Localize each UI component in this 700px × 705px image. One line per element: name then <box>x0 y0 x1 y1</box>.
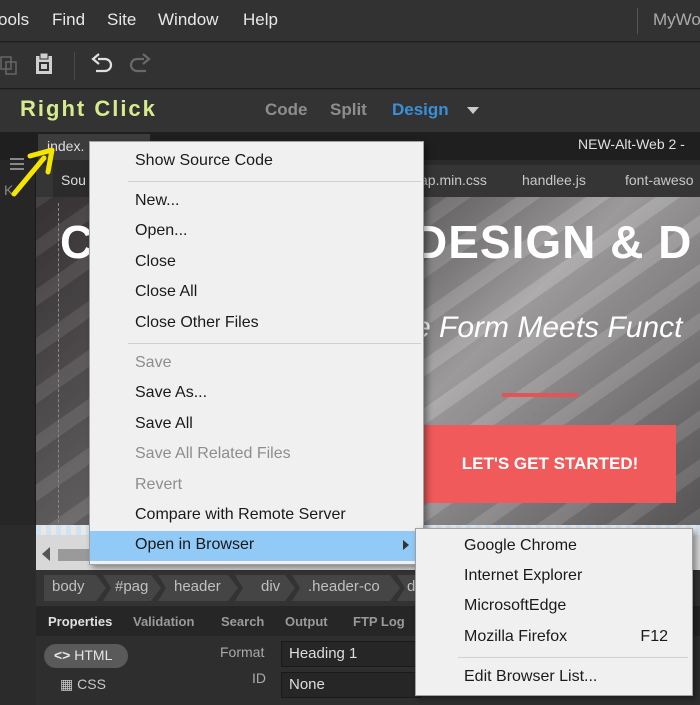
toolbar-divider <box>74 52 75 80</box>
hero-subtitle: e Form Meets Funct <box>414 311 683 344</box>
format-label: Format <box>220 644 265 660</box>
view-bar: Right Click Code Split Design <box>0 90 700 132</box>
context-menu: Show Source Code New... Open... Close Cl… <box>89 141 424 565</box>
shortcut-key: F12 <box>640 628 668 645</box>
menu-divider <box>637 8 638 34</box>
related-file[interactable]: ap.min.css <box>420 172 487 188</box>
menu-item-compare-remote[interactable]: Compare with Remote Server <box>90 501 423 531</box>
tag-div[interactable]: div <box>235 575 295 601</box>
hero-divider <box>502 393 578 397</box>
menu-window[interactable]: Window <box>158 0 218 40</box>
browser-edge[interactable]: MicrosoftEdge <box>416 592 692 622</box>
menu-item-close[interactable]: Close <box>90 248 423 278</box>
menu-site[interactable]: Site <box>107 0 136 40</box>
css-mode-button[interactable]: ▦ CSS <box>60 676 106 693</box>
tab-properties[interactable]: Properties <box>48 614 112 629</box>
id-select[interactable]: None <box>281 672 421 698</box>
menu-item-close-all[interactable]: Close All <box>90 278 423 308</box>
menu-tools[interactable]: ools <box>0 0 29 40</box>
tab-search[interactable]: Search <box>221 614 264 629</box>
chevron-down-icon[interactable] <box>467 107 479 114</box>
menu-find[interactable]: Find <box>52 0 85 40</box>
menu-item-save-all[interactable]: Save All <box>90 410 423 440</box>
menu-item-close-other-files[interactable]: Close Other Files <box>90 309 423 339</box>
menu-separator <box>128 181 421 182</box>
code-view-button[interactable]: Code <box>265 100 308 120</box>
undo-icon[interactable] <box>90 53 114 80</box>
cta-button[interactable]: LET'S GET STARTED! <box>424 425 676 503</box>
code-brackets-icon: <> <box>54 647 71 663</box>
left-panel-strip: K <box>0 158 36 525</box>
tab-output[interactable]: Output <box>285 614 328 629</box>
css-grid-icon: ▦ <box>60 676 74 692</box>
menu-item-open-in-browser-label: Open in Browser <box>135 536 255 553</box>
browser-label: Google Chrome <box>464 537 577 554</box>
copy-icon[interactable] <box>0 54 20 81</box>
hero-title: DESIGN & D <box>414 216 693 268</box>
menu-bar: ools Find Site Window Help MyWo <box>0 0 700 42</box>
menu-item-new[interactable]: New... <box>90 187 423 217</box>
arrow-annotation-icon <box>11 147 55 197</box>
toolbar <box>0 43 700 89</box>
chevron-right-icon <box>403 540 409 550</box>
format-select[interactable]: Heading 1 <box>281 641 421 667</box>
menu-help[interactable]: Help <box>243 0 278 40</box>
browser-label: Edit Browser List... <box>464 668 598 685</box>
browser-ie[interactable]: Internet Explorer <box>416 562 692 592</box>
menu-item-save-as[interactable]: Save As... <box>90 379 423 409</box>
scroll-left-icon[interactable] <box>42 547 50 561</box>
id-label: ID <box>252 670 266 686</box>
tab-validation[interactable]: Validation <box>133 614 194 629</box>
redo-icon[interactable] <box>128 53 152 80</box>
menu-item-revert[interactable]: Revert <box>90 471 423 501</box>
browser-submenu: Google Chrome Internet Explorer Microsof… <box>415 528 693 696</box>
app-title: MyWo <box>653 10 700 29</box>
element-outline <box>58 203 59 523</box>
split-view-button[interactable]: Split <box>330 100 367 120</box>
menu-item-show-source-code[interactable]: Show Source Code <box>90 147 423 177</box>
menu-item-save[interactable]: Save <box>90 349 423 379</box>
right-click-annotation: Right Click <box>20 96 157 121</box>
tag-page[interactable]: #pag <box>103 575 161 601</box>
menu-separator <box>458 657 688 658</box>
tag-header-content[interactable]: .header-co <box>292 575 400 601</box>
browser-label: MicrosoftEdge <box>464 597 567 614</box>
css-mode-label: CSS <box>77 676 106 692</box>
edit-browser-list[interactable]: Edit Browser List... <box>416 663 692 693</box>
tab-ftp-log[interactable]: FTP Log <box>353 614 405 629</box>
browser-label: Internet Explorer <box>464 567 583 584</box>
document-path: NEW-Alt-Web 2 - <box>578 136 685 152</box>
menu-item-save-all-related-files[interactable]: Save All Related Files <box>90 440 423 470</box>
related-file[interactable]: font-aweso <box>625 172 693 188</box>
browser-firefox[interactable]: Mozilla Firefox F12 <box>416 623 692 653</box>
browser-chrome[interactable]: Google Chrome <box>416 532 692 562</box>
browser-label: Mozilla Firefox <box>464 628 568 645</box>
paste-icon[interactable] <box>34 52 54 81</box>
html-mode-label: HTML <box>74 647 113 663</box>
tag-body[interactable]: body <box>44 575 106 601</box>
design-view-button[interactable]: Design <box>392 100 449 120</box>
related-file[interactable]: handlee.js <box>522 172 586 188</box>
menu-item-open-in-browser[interactable]: Open in Browser <box>90 531 423 561</box>
menu-separator <box>128 343 421 344</box>
menu-item-open[interactable]: Open... <box>90 217 423 247</box>
tag-header[interactable]: header <box>158 575 238 601</box>
html-mode-button[interactable]: <> HTML <box>44 644 128 668</box>
